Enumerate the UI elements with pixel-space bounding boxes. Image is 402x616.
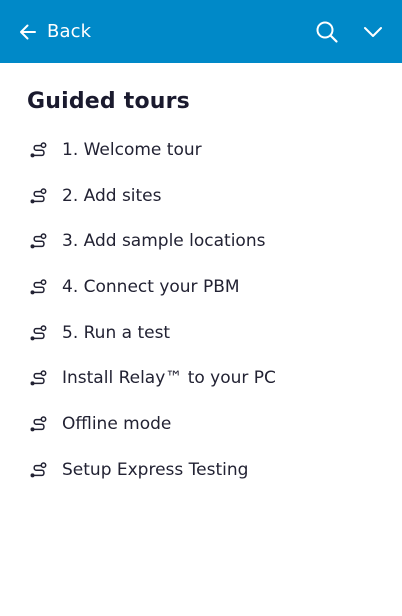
back-label: Back xyxy=(47,21,92,42)
tour-item-welcome[interactable]: 1. Welcome tour xyxy=(0,128,402,174)
chevron-down-icon xyxy=(364,27,382,37)
route-icon xyxy=(30,187,47,204)
route-icon xyxy=(30,142,47,158)
tour-item-connect-pbm[interactable]: 4. Connect your PBM xyxy=(0,265,402,311)
route-icon xyxy=(30,370,47,386)
tour-label: 3. Add sample locations xyxy=(62,231,266,252)
arrow-left-icon xyxy=(20,24,36,39)
tour-label: Setup Express Testing xyxy=(62,459,249,480)
top-bar: Back xyxy=(0,0,402,63)
back-button[interactable]: Back xyxy=(18,0,91,63)
tour-item-setup-express-testing[interactable]: Setup Express Testing xyxy=(0,448,402,494)
tour-item-add-sample-locations[interactable]: 3. Add sample locations xyxy=(0,219,402,265)
tour-label: Offline mode xyxy=(62,414,172,435)
route-icon xyxy=(30,462,47,478)
search-button[interactable] xyxy=(315,20,339,44)
tour-label: 2. Add sites xyxy=(62,185,162,206)
tour-item-run-test[interactable]: 5. Run a test xyxy=(0,311,402,357)
route-icon xyxy=(30,233,47,249)
tour-item-offline-mode[interactable]: Offline mode xyxy=(0,402,402,448)
guided-tours-list: 1. Welcome tour 2. Add sites 3. Add samp… xyxy=(0,128,402,494)
route-icon xyxy=(30,279,47,295)
tour-label: 4. Connect your PBM xyxy=(62,277,240,298)
route-icon xyxy=(30,416,47,432)
route-icon xyxy=(30,325,47,341)
tour-label: 5. Run a test xyxy=(62,322,171,343)
tour-label: 1. Welcome tour xyxy=(62,140,202,160)
search-icon xyxy=(316,21,338,43)
tour-label: Install Relay™ to your PC xyxy=(62,368,276,389)
menu-toggle-button[interactable] xyxy=(361,20,385,44)
section-title: Guided tours xyxy=(27,89,190,114)
tour-item-add-sites[interactable]: 2. Add sites xyxy=(0,174,402,220)
tour-item-install-relay[interactable]: Install Relay™ to your PC xyxy=(0,356,402,402)
